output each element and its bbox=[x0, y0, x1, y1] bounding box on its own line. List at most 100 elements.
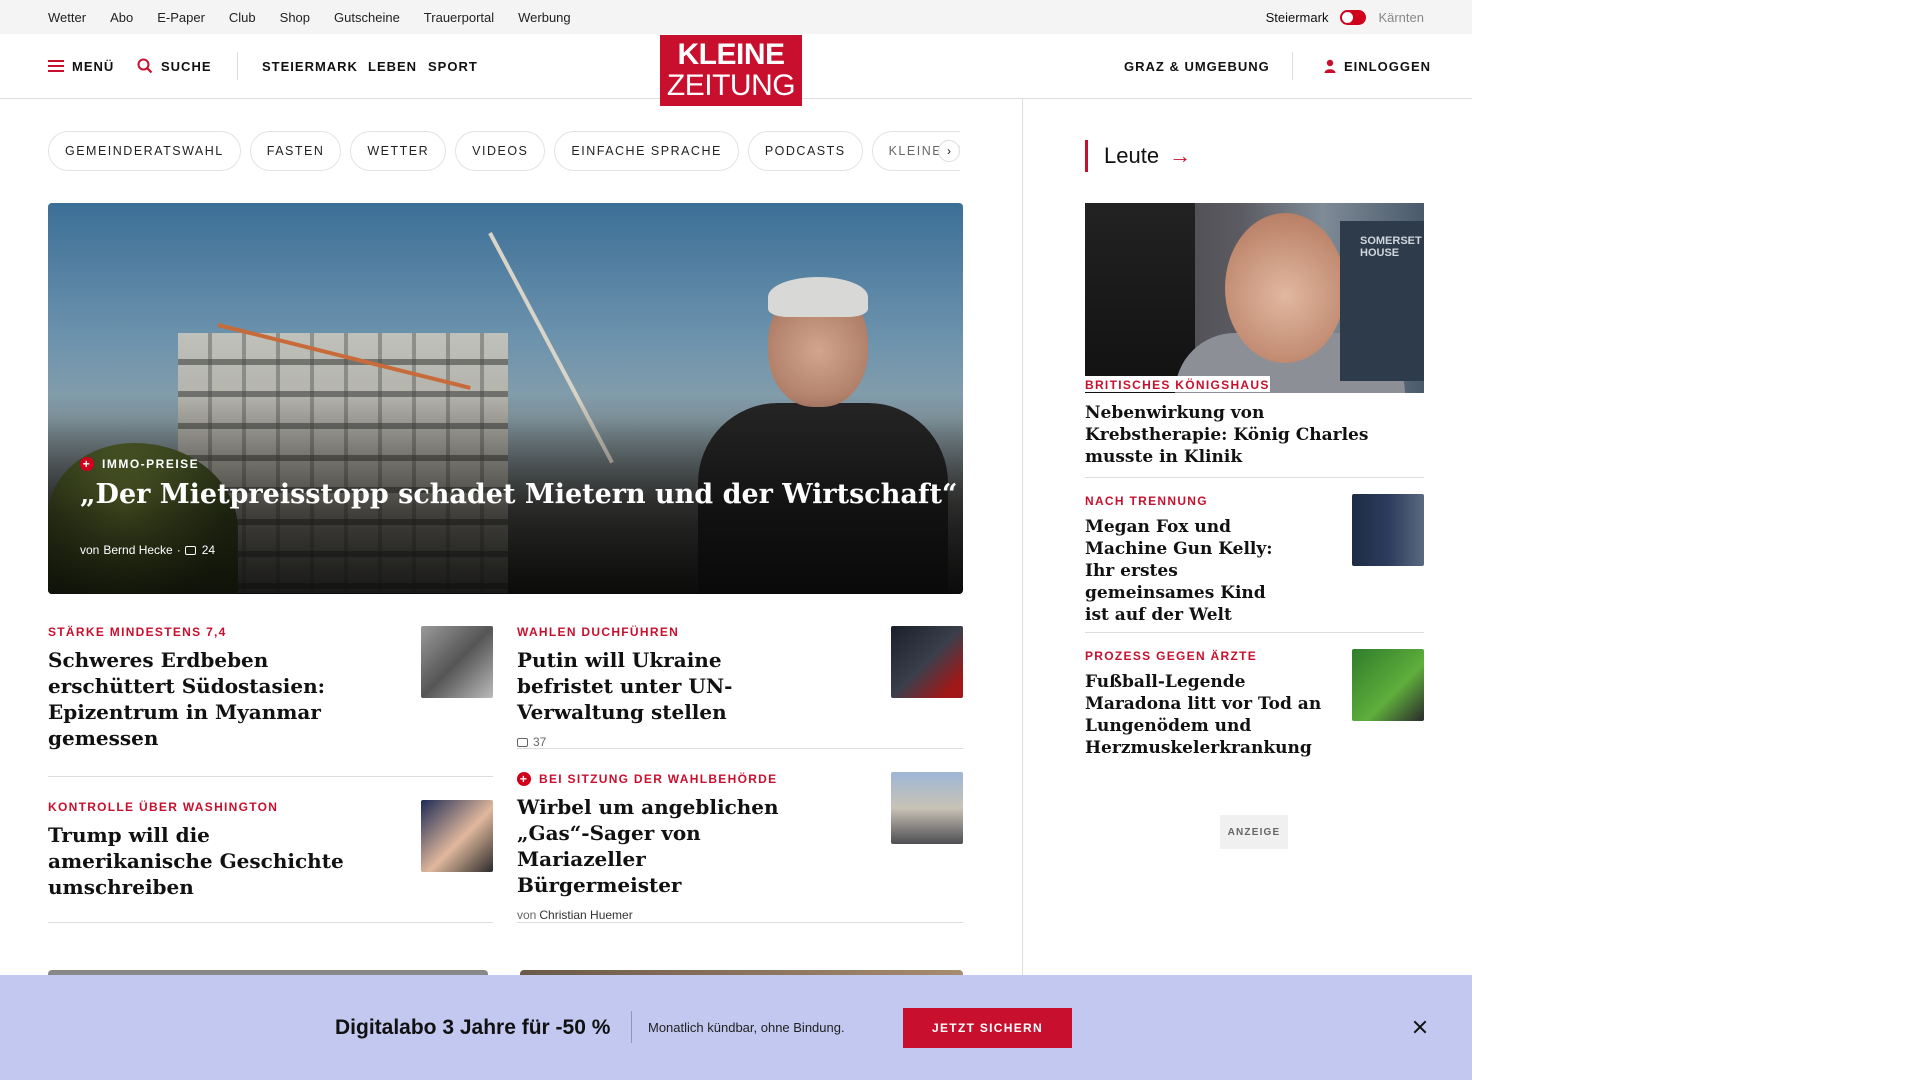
hero-comment-count[interactable]: 24 bbox=[202, 543, 215, 557]
image-sign-text: SOMERSET HOUSE bbox=[1340, 221, 1424, 381]
chips-next-button[interactable]: › bbox=[938, 140, 960, 162]
thumb-mariazell[interactable] bbox=[891, 772, 963, 844]
utility-link-gutscheine[interactable]: Gutscheine bbox=[334, 10, 400, 25]
sidebar-item-maradona[interactable]: PROZESS GEGEN ÄRZTE Fußball-Legende Mara… bbox=[1085, 649, 1330, 759]
teaser-title[interactable]: Schweres Erdbeben erschüttert Südostasie… bbox=[48, 647, 378, 751]
teaser-trump[interactable]: KONTROLLE ÜBER WASHINGTON Trump will die… bbox=[48, 800, 368, 900]
thumb-putin[interactable] bbox=[891, 626, 963, 698]
teaser-mariazell[interactable]: + BEI SITZUNG DER WAHLBEHÖRDE Wirbel um … bbox=[517, 772, 817, 922]
region-inactive-label[interactable]: Kärnten bbox=[1378, 10, 1424, 25]
sidebar-heading-leute[interactable]: Leute → bbox=[1085, 140, 1191, 172]
teaser-kicker: WAHLEN DUCHFÜHREN bbox=[517, 625, 680, 639]
column-divider bbox=[1022, 99, 1023, 979]
region-switch: Steiermark Kärnten bbox=[1266, 0, 1424, 34]
sidebar-kicker: PROZESS GEGEN ÄRZTE bbox=[1085, 649, 1258, 663]
ad-label: ANZEIGE bbox=[1220, 815, 1288, 849]
login-button[interactable]: EINLOGGEN bbox=[1324, 34, 1431, 98]
hero-headline[interactable]: „Der Mietpreisstopp schadet Mietern und … bbox=[80, 479, 957, 510]
sidebar-kicker: BRITISCHES KÖNIGSHAUS bbox=[1085, 378, 1270, 392]
chip-wetter[interactable]: WETTER bbox=[350, 131, 447, 171]
teaser-putin[interactable]: WAHLEN DUCHFÜHREN Putin will Ukraine bef… bbox=[517, 625, 817, 749]
utility-link-epaper[interactable]: E-Paper bbox=[157, 10, 205, 25]
utility-link-club[interactable]: Club bbox=[229, 10, 256, 25]
hero-kicker: + IMMO-PREISE bbox=[80, 457, 199, 471]
row-divider bbox=[48, 776, 493, 777]
row-divider bbox=[517, 922, 963, 923]
menu-label: MENÜ bbox=[72, 58, 115, 74]
utility-bar: Wetter Abo E-Paper Club Shop Gutscheine … bbox=[0, 0, 1472, 34]
thumb-erdbeben[interactable] bbox=[421, 626, 493, 698]
user-icon bbox=[1324, 59, 1336, 73]
row-divider bbox=[48, 922, 493, 923]
subscription-banner: Digitalabo 3 Jahre für -50 % Monatlich k… bbox=[0, 975, 1472, 1080]
sidebar-item-charles[interactable]: BRITISCHES KÖNIGSHAUS Nebenwirkung von K… bbox=[1085, 376, 1385, 468]
search-button[interactable]: SUCHE bbox=[137, 34, 212, 98]
site-logo[interactable]: KLEINE ZEITUNG bbox=[660, 35, 802, 106]
banner-offer: Digitalabo 3 Jahre für -50 % bbox=[335, 1015, 611, 1039]
chip-gemeinderatswahl[interactable]: GEMEINDERATSWAHL bbox=[48, 131, 241, 171]
sidebar-item-megan-fox[interactable]: NACH TRENNUNG Megan Fox und Machine Gun … bbox=[1085, 494, 1285, 626]
page: Wetter Abo E-Paper Club Shop Gutscheine … bbox=[0, 0, 1472, 1080]
arrow-right-icon: → bbox=[1169, 143, 1192, 168]
utility-link-trauerportal[interactable]: Trauerportal bbox=[424, 10, 494, 25]
close-icon[interactable] bbox=[1408, 1015, 1432, 1039]
teaser-kicker: KONTROLLE ÜBER WASHINGTON bbox=[48, 800, 279, 814]
region-active-label[interactable]: Steiermark bbox=[1266, 10, 1329, 25]
hero-author[interactable]: Bernd Hecke bbox=[103, 543, 172, 557]
utility-link-abo[interactable]: Abo bbox=[110, 10, 133, 25]
banner-subtitle: Monatlich kündbar, ohne Bindung. bbox=[648, 1020, 845, 1035]
logo-line-1: KLEINE bbox=[677, 38, 785, 71]
utility-link-werbung[interactable]: Werbung bbox=[518, 10, 571, 25]
hero-article[interactable]: + IMMO-PREISE „Der Mietpreisstopp schade… bbox=[48, 203, 963, 594]
sidebar-heading-text: Leute bbox=[1104, 143, 1160, 168]
teaser-comment-count[interactable]: 37 bbox=[533, 735, 546, 749]
teaser-byline-prefix: von bbox=[517, 908, 537, 922]
nav-leben[interactable]: LEBEN bbox=[368, 34, 417, 98]
chevron-right-icon: › bbox=[947, 144, 951, 158]
thumb-maradona[interactable] bbox=[1352, 649, 1424, 721]
plus-badge-icon: + bbox=[80, 457, 94, 471]
hero-kicker-text: IMMO-PREISE bbox=[102, 457, 200, 471]
hamburger-icon bbox=[48, 60, 64, 72]
search-icon bbox=[137, 58, 153, 74]
login-label: EINLOGGEN bbox=[1344, 58, 1432, 74]
thumb-megan-fox[interactable] bbox=[1352, 494, 1424, 566]
sidebar-title[interactable]: Megan Fox und Machine Gun Kelly: Ihr ers… bbox=[1085, 516, 1285, 626]
teaser-title[interactable]: Trump will die amerikanische Geschichte … bbox=[48, 822, 368, 900]
utility-link-wetter[interactable]: Wetter bbox=[48, 10, 86, 25]
nav-sport[interactable]: SPORT bbox=[428, 34, 478, 98]
comment-icon bbox=[184, 545, 196, 555]
teaser-title[interactable]: Putin will Ukraine befristet unter UN-Ve… bbox=[517, 647, 817, 725]
teaser-author[interactable]: Christian Huemer bbox=[539, 908, 632, 922]
banner-divider bbox=[631, 1011, 632, 1043]
region-link-graz[interactable]: GRAZ & UMGEBUNG bbox=[1124, 34, 1270, 98]
teaser-kicker: STÄRKE MINDESTENS 7,4 bbox=[48, 625, 227, 639]
teaser-meta: 37 bbox=[517, 735, 817, 749]
hero-byline: von Bernd Hecke · 24 bbox=[80, 543, 216, 557]
utility-links: Wetter Abo E-Paper Club Shop Gutscheine … bbox=[48, 0, 595, 34]
page-gutter bbox=[1472, 0, 1920, 1080]
teaser-erdbeben[interactable]: STÄRKE MINDESTENS 7,4 Schweres Erdbeben … bbox=[48, 625, 378, 751]
sidebar-kicker: NACH TRENNUNG bbox=[1085, 494, 1208, 508]
teaser-title[interactable]: Wirbel um angeblichen „Gas“-Sager von Ma… bbox=[517, 794, 817, 898]
logo-line-2: ZEITUNG bbox=[666, 69, 796, 102]
chip-einfache-sprache[interactable]: EINFACHE SPRACHE bbox=[554, 131, 739, 171]
nav-steiermark[interactable]: STEIERMARK bbox=[262, 34, 358, 98]
chip-podcasts[interactable]: PODCASTS bbox=[747, 131, 863, 171]
region-toggle[interactable] bbox=[1340, 9, 1367, 25]
sidebar-title[interactable]: Fußball-Legende Maradona litt vor Tod an… bbox=[1085, 671, 1330, 759]
sidebar-lead-image[interactable]: SOMERSET HOUSE bbox=[1085, 203, 1424, 393]
menu-button[interactable]: MENÜ bbox=[48, 34, 114, 98]
sidebar-title[interactable]: Nebenwirkung von Krebstherapie: König Ch… bbox=[1085, 402, 1385, 468]
thumb-trump[interactable] bbox=[421, 800, 493, 872]
sidebar-divider bbox=[1085, 477, 1424, 478]
chip-fasten[interactable]: FASTEN bbox=[249, 131, 342, 171]
topic-chips: GEMEINDERATSWAHL FASTEN WETTER VIDEOS EI… bbox=[48, 131, 960, 171]
hero-byline-prefix: von bbox=[80, 543, 100, 557]
chip-videos[interactable]: VIDEOS bbox=[455, 131, 546, 171]
search-label: SUCHE bbox=[161, 58, 212, 74]
teaser-kicker-text: BEI SITZUNG DER WAHLBEHÖRDE bbox=[539, 772, 778, 786]
teaser-meta: von Christian Huemer bbox=[517, 908, 817, 922]
utility-link-shop[interactable]: Shop bbox=[280, 10, 310, 25]
subscribe-button[interactable]: JETZT SICHERN bbox=[903, 1008, 1072, 1048]
